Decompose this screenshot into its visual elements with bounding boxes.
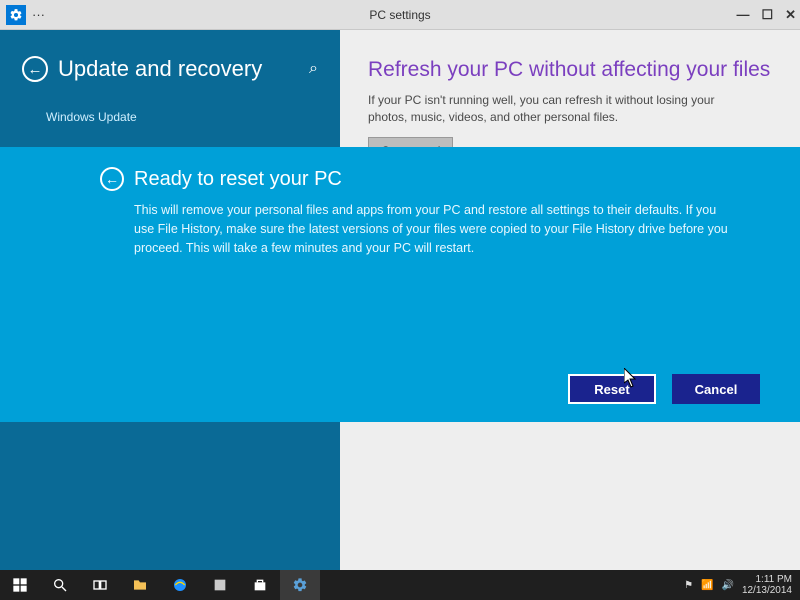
clock-time: 1:11 PM [742,574,792,586]
file-explorer-icon[interactable] [120,570,160,600]
sidebar-item-windows-update[interactable]: Windows Update [46,110,318,124]
search-icon[interactable]: ⌕ [309,60,318,78]
taskbar-clock[interactable]: 1:11 PM 12/13/2014 [742,574,792,597]
system-tray: ⚑ 📶 🔊 1:11 PM 12/13/2014 [684,574,800,597]
sidebar-header: ← Update and recovery ⌕ [22,56,318,82]
taskbar-search-icon[interactable] [40,570,80,600]
taskbar-settings-icon[interactable] [280,570,320,600]
dialog-heading: Ready to reset your PC [134,168,342,191]
tray-flag-icon[interactable]: ⚑ [684,580,693,591]
sidebar-heading: Update and recovery [58,56,262,82]
pc-settings-window: ··· PC settings — ☐ ✕ ← Update and recov… [0,0,800,600]
reset-pc-dialog: ← Ready to reset your PC This will remov… [0,147,800,422]
taskbar: ⚑ 📶 🔊 1:11 PM 12/13/2014 [0,570,800,600]
close-button[interactable]: ✕ [785,7,796,23]
minimize-button[interactable]: — [736,7,749,22]
cancel-button[interactable]: Cancel [672,374,760,404]
dialog-buttons: Reset Cancel [568,374,760,404]
clock-date: 12/13/2014 [742,585,792,597]
tray-network-icon[interactable]: 📶 [701,580,713,591]
internet-explorer-icon[interactable] [160,570,200,600]
task-view-icon[interactable] [80,570,120,600]
store-icon[interactable] [240,570,280,600]
titlebar: ··· PC settings — ☐ ✕ [0,0,800,30]
refresh-heading: Refresh your PC without affecting your f… [368,58,772,82]
tray-volume-icon[interactable]: 🔊 [721,580,733,591]
window-controls: — ☐ ✕ [736,7,796,23]
taskbar-app-icon[interactable] [200,570,240,600]
maximize-button[interactable]: ☐ [761,7,773,23]
back-arrow-icon[interactable]: ← [22,56,48,82]
refresh-body: If your PC isn't running well, you can r… [368,92,748,127]
titlebar-menu-dots[interactable]: ··· [32,7,45,22]
settings-app-icon [6,5,26,25]
window-title: PC settings [369,8,430,22]
dialog-body: This will remove your personal files and… [134,201,734,257]
start-button[interactable] [0,570,40,600]
reset-button[interactable]: Reset [568,374,656,404]
dialog-back-icon[interactable]: ← [100,167,124,191]
